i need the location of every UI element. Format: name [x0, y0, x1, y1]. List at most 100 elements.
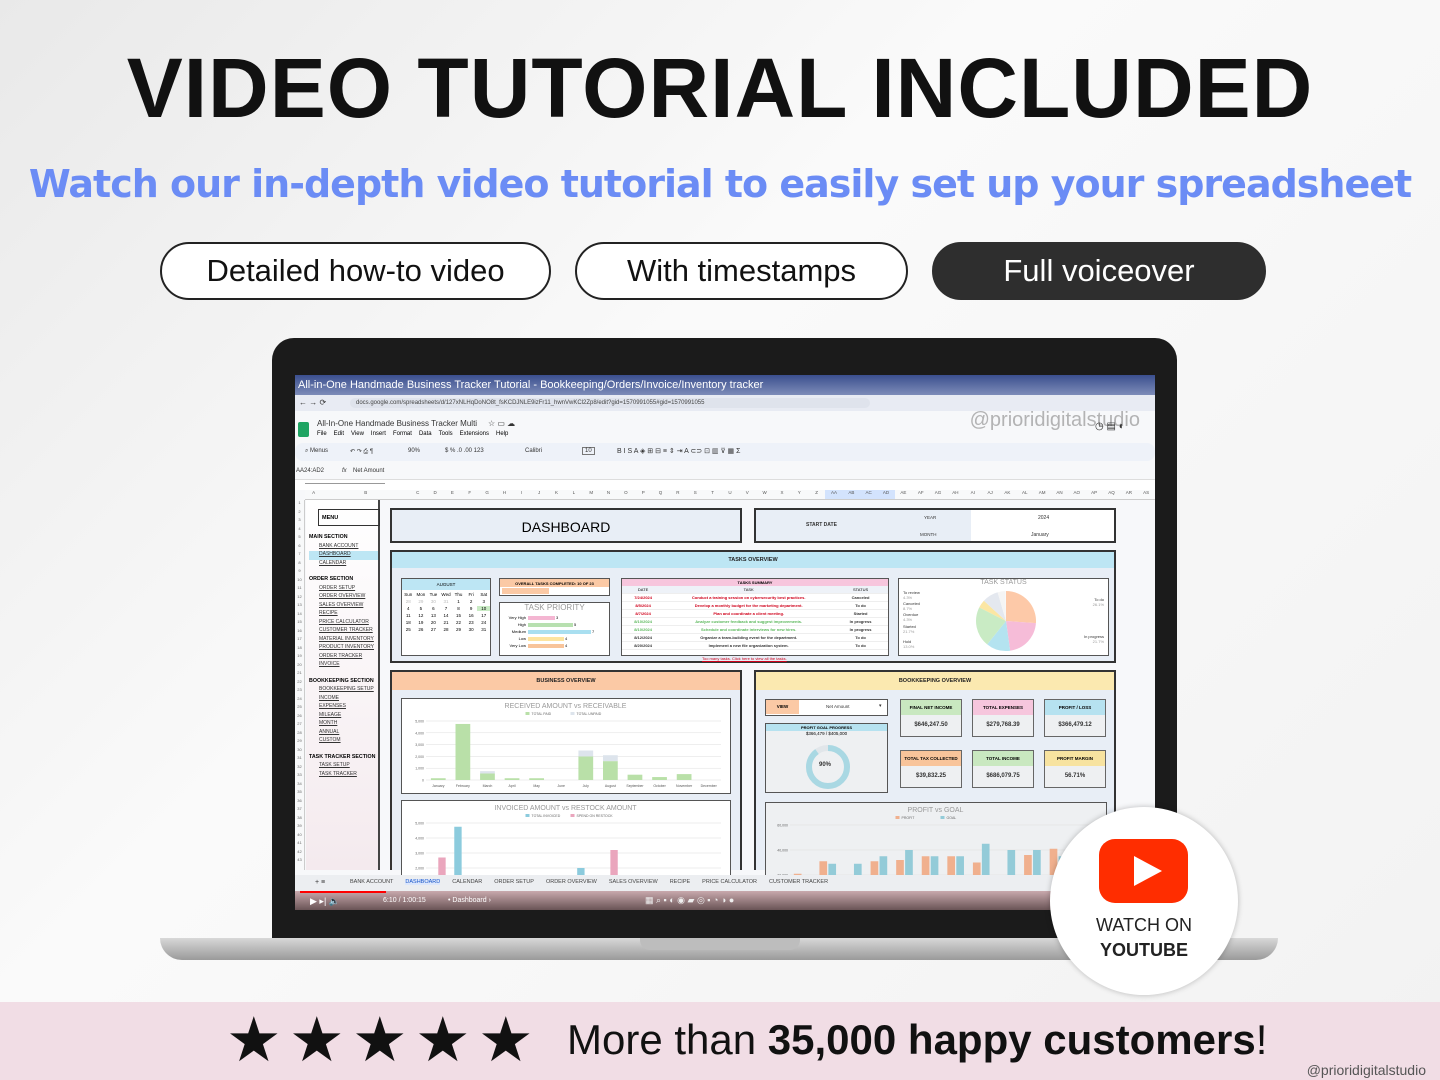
youtube-badge[interactable]: WATCH ON YOUTUBE: [1050, 807, 1238, 995]
column-header[interactable]: AR: [1120, 490, 1137, 499]
task-name[interactable]: Schedule and coordinate interviews for n…: [664, 627, 833, 632]
calendar-day[interactable]: 24: [477, 620, 490, 625]
calendar-day[interactable]: 17: [477, 613, 490, 618]
row-number[interactable]: 5: [295, 534, 304, 543]
calendar-day[interactable]: 3: [477, 599, 490, 604]
row-number[interactable]: 4: [295, 526, 304, 535]
calendar-day[interactable]: 31: [440, 599, 453, 604]
sidebar-item-product-inventory[interactable]: PRODUCT INVENTORY: [309, 644, 378, 653]
row-number[interactable]: 37: [295, 806, 304, 815]
sidebar-item-sales-overview[interactable]: SALES OVERVIEW: [309, 602, 378, 611]
row-number[interactable]: 18: [295, 645, 304, 654]
play-icon[interactable]: ▶ ▸| 🔈: [310, 896, 340, 907]
sidebar-item-bookkeeping-setup[interactable]: BOOKKEEPING SETUP: [309, 686, 378, 695]
column-header[interactable]: K: [548, 490, 565, 499]
sidebar-item-task-tracker[interactable]: TASK TRACKER: [309, 771, 378, 780]
row-number[interactable]: 36: [295, 798, 304, 807]
row-number[interactable]: 16: [295, 628, 304, 637]
column-header[interactable]: S: [687, 490, 704, 499]
sheet-tab-customer-tracker[interactable]: CUSTOMER TRACKER: [769, 879, 828, 885]
calendar-day[interactable]: 22: [452, 620, 465, 625]
menu-tools[interactable]: Tools: [439, 431, 453, 437]
column-header[interactable]: Y: [791, 490, 808, 499]
row-number[interactable]: 29: [295, 738, 304, 747]
column-header[interactable]: M: [583, 490, 600, 499]
calendar-day[interactable]: 13: [427, 613, 440, 618]
sidebar-item-recipe[interactable]: RECIPE: [309, 610, 378, 619]
sidebar-item-income[interactable]: INCOME: [309, 695, 378, 704]
row-number[interactable]: 34: [295, 781, 304, 790]
sidebar-item-custom[interactable]: CUSTOM: [309, 737, 378, 746]
sidebar-item-order-tracker[interactable]: ORDER TRACKER: [309, 653, 378, 662]
sidebar-item-mileage[interactable]: MILEAGE: [309, 712, 378, 721]
calendar-day[interactable]: 27: [427, 627, 440, 632]
column-header[interactable]: P: [635, 490, 652, 499]
row-number[interactable]: 43: [295, 857, 304, 866]
row-number[interactable]: 9: [295, 568, 304, 577]
column-header[interactable]: AI: [964, 490, 981, 499]
sidebar-item-calendar[interactable]: CALENDAR: [309, 560, 378, 569]
calendar-day[interactable]: 2: [465, 599, 478, 604]
calendar-day[interactable]: 12: [415, 613, 428, 618]
calendar-day[interactable]: 26: [415, 627, 428, 632]
column-header[interactable]: G: [478, 490, 495, 499]
column-header[interactable]: AO: [1068, 490, 1085, 499]
column-header[interactable]: AN: [1051, 490, 1068, 499]
calendar-day[interactable]: 29: [415, 599, 428, 604]
task-name[interactable]: Organize a team-building event for the d…: [664, 635, 833, 640]
star-icon[interactable]: ☆ ▭ ☁: [488, 419, 515, 428]
doc-title[interactable]: All-In-One Handmade Business Tracker Mul…: [317, 419, 477, 428]
row-number[interactable]: 38: [295, 815, 304, 824]
row-number[interactable]: 41: [295, 840, 304, 849]
column-header[interactable]: AP: [1085, 490, 1102, 499]
format-icons[interactable]: $ % .0 .00 123: [445, 448, 484, 454]
column-header[interactable]: E: [444, 490, 461, 499]
sheet-tab-bank-account[interactable]: BANK ACCOUNT: [350, 879, 393, 885]
column-header[interactable]: AC: [860, 490, 878, 499]
column-header[interactable]: AH: [947, 490, 964, 499]
row-number[interactable]: 7: [295, 551, 304, 560]
column-header[interactable]: AG: [929, 490, 946, 499]
column-header[interactable]: AE: [895, 490, 912, 499]
formula-input[interactable]: Net Amount: [353, 468, 384, 474]
sidebar-item-order-overview[interactable]: ORDER OVERVIEW: [309, 593, 378, 602]
sidebar-item-task-setup[interactable]: TASK SETUP: [309, 762, 378, 771]
row-number[interactable]: 42: [295, 849, 304, 858]
history-comment-icons[interactable]: ◷ ▤ ◐: [1095, 421, 1125, 432]
calendar-day[interactable]: 15: [452, 613, 465, 618]
menu-data[interactable]: Data: [419, 431, 432, 437]
calendar-day[interactable]: 16: [465, 613, 478, 618]
menu-insert[interactable]: Insert: [371, 431, 386, 437]
calendar-day[interactable]: 8: [452, 606, 465, 611]
column-header[interactable]: Z: [808, 490, 825, 499]
row-number[interactable]: 33: [295, 772, 304, 781]
sidebar-item-price-calculator[interactable]: PRICE CALCULATOR: [309, 619, 378, 628]
column-header[interactable]: AJ: [981, 490, 998, 499]
column-header[interactable]: T: [704, 490, 721, 499]
sidebar-item-expenses[interactable]: EXPENSES: [309, 703, 378, 712]
sidebar-item-month[interactable]: MONTH: [309, 720, 378, 729]
row-number[interactable]: 35: [295, 789, 304, 798]
task-name[interactable]: Implement a new file organization system…: [664, 643, 833, 648]
column-header[interactable]: R: [669, 490, 686, 499]
column-header[interactable]: B: [322, 490, 409, 499]
column-header[interactable]: AL: [1016, 490, 1033, 499]
calendar-day[interactable]: 4: [402, 606, 415, 611]
row-number[interactable]: 6: [295, 543, 304, 552]
row-number[interactable]: 1: [295, 500, 304, 509]
calendar-day[interactable]: 11: [402, 613, 415, 618]
row-number[interactable]: 24: [295, 696, 304, 705]
sidebar-item-order-setup[interactable]: ORDER SETUP: [309, 585, 378, 594]
row-number[interactable]: 26: [295, 713, 304, 722]
row-number[interactable]: 31: [295, 755, 304, 764]
menu-edit[interactable]: Edit: [334, 431, 344, 437]
calendar-day[interactable]: 18: [402, 620, 415, 625]
column-header[interactable]: O: [617, 490, 634, 499]
sheet-tab-calendar[interactable]: CALENDAR: [452, 879, 482, 885]
row-number[interactable]: 2: [295, 509, 304, 518]
row-number[interactable]: 8: [295, 560, 304, 569]
view-all-tasks-link[interactable]: Too many tasks. Click here to view all t…: [702, 656, 787, 661]
task-status[interactable]: Canceled: [833, 595, 888, 600]
row-number[interactable]: 13: [295, 602, 304, 611]
zoom-select[interactable]: 90%: [408, 448, 420, 454]
